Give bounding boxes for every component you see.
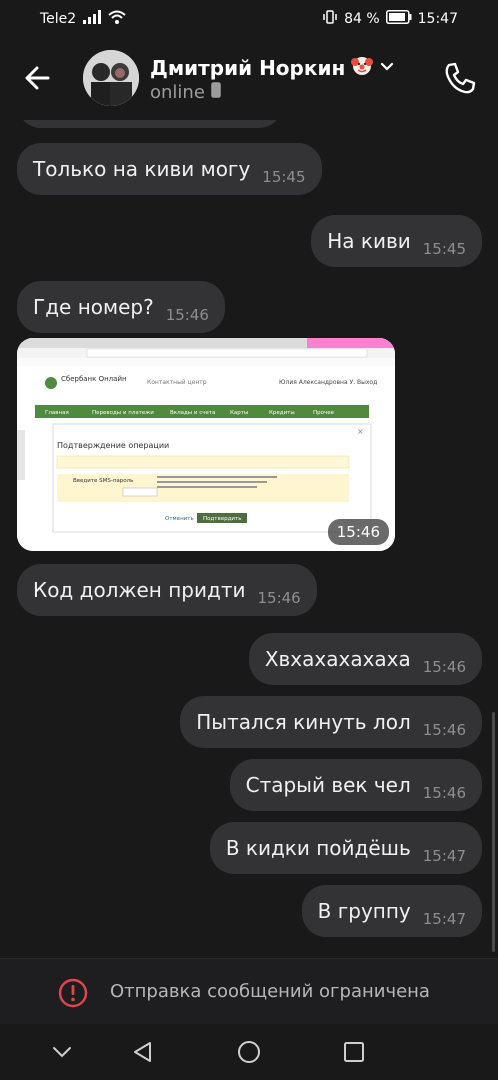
scrollbar[interactable] — [492, 712, 495, 952]
contact-name-text: Дмитрий Норкин — [150, 55, 346, 80]
avatar[interactable] — [83, 50, 139, 106]
message-text: Где номер? — [33, 295, 154, 319]
confirm-button-image: Подтвердить — [203, 516, 241, 522]
status-text: online — [150, 82, 205, 103]
photo-time: 15:46 — [327, 519, 389, 545]
circle-home-icon — [238, 1041, 260, 1063]
photo-nav-item: Переводы и платежи — [92, 410, 154, 416]
photo-nav-item: Главная — [45, 410, 69, 416]
chevron-down-icon[interactable] — [379, 56, 395, 80]
sms-label: Введите SMS-пароль — [73, 478, 133, 484]
message-time: 15:46 — [257, 589, 301, 607]
nav-hide-button[interactable] — [48, 1038, 76, 1066]
phone-icon — [445, 62, 476, 94]
message-text: Старый век чел — [245, 773, 411, 797]
signal-icon — [83, 10, 102, 28]
nav-recents-button[interactable] — [340, 1038, 368, 1066]
message-bubble-outgoing[interactable]: Пытался кинуть лол 15:46 — [180, 696, 482, 748]
photo-nav-item: Карты — [230, 410, 248, 416]
message-text: Только на киви могу — [33, 157, 251, 181]
message-time: 15:46 — [422, 721, 466, 739]
site-logo: Сбербанк Онлайн — [61, 375, 127, 383]
message-text: Код должен придти — [33, 578, 246, 602]
photo-nav-item: Кредиты — [269, 410, 295, 416]
message-time: 15:46 — [422, 658, 466, 676]
message-bubble-outgoing[interactable]: На киви 15:45 — [311, 215, 482, 267]
contact-name[interactable]: Дмитрий Норкин — [150, 54, 395, 81]
clock: 15:47 — [417, 11, 458, 27]
message-bubble-outgoing[interactable]: В кидки пойдёшь 15:47 — [209, 822, 482, 874]
photo-nav-item: Прочее — [313, 410, 335, 416]
status-bar: Tele2 84 % 15:47 — [0, 0, 498, 36]
svg-text:×: × — [357, 427, 364, 436]
svg-text:Юлия Александровна У. Выход: Юлия Александровна У. Выход — [279, 379, 377, 386]
message-time: 15:46 — [165, 306, 209, 324]
battery-icon — [385, 10, 412, 28]
vibrate-icon — [322, 10, 338, 28]
message-text: В группу — [317, 899, 411, 923]
message-bubble-outgoing[interactable]: В группу 15:47 — [301, 885, 482, 937]
message-text: В кидки пойдёшь — [225, 836, 411, 860]
message-bubble-incoming[interactable]: Только на киви могу 15:45 — [17, 143, 322, 195]
nav-back-button[interactable] — [129, 1038, 157, 1066]
message-bubble-outgoing[interactable]: Хвхахахахаха 15:46 — [248, 633, 482, 685]
message-list[interactable]: 15:45 Только на киви могу 15:45 На киви … — [0, 98, 498, 958]
wifi-icon — [108, 10, 126, 28]
restriction-text: Отправка сообщений ограничена — [110, 981, 430, 1002]
message-time: 15:47 — [422, 847, 466, 865]
cancel-link: Отменить — [165, 516, 194, 522]
back-button[interactable] — [20, 60, 56, 96]
chat-header: Дмитрий Норкин online — [0, 36, 498, 120]
chevron-down-icon — [53, 1047, 71, 1058]
square-recents-icon — [344, 1042, 364, 1062]
alert-circle-icon — [58, 978, 88, 1008]
message-time: 15:45 — [262, 168, 306, 186]
message-time: 15:45 — [422, 240, 466, 258]
arrow-left-icon — [25, 66, 50, 90]
photo-message[interactable]: Сбербанк Онлайн Контактный центр Юлия Ал… — [17, 338, 395, 551]
message-bubble-incoming[interactable]: Код должен придти 15:46 — [17, 564, 317, 616]
message-time: 15:46 — [422, 784, 466, 802]
mobile-device-icon — [211, 82, 221, 103]
message-text: На киви — [327, 229, 411, 253]
message-text: Пытался кинуть лол — [196, 710, 411, 734]
contact-status: online — [150, 82, 221, 103]
call-button[interactable] — [440, 58, 480, 98]
photo-nav-item: Вклады и счета — [170, 410, 215, 416]
clown-emoji-icon — [351, 54, 374, 81]
message-text: Хвхахахахаха — [264, 647, 411, 671]
dialog-title: Подтверждение операции — [57, 441, 169, 450]
svg-text:Контактный центр: Контактный центр — [147, 379, 207, 386]
nav-home-button[interactable] — [235, 1038, 263, 1066]
battery-percent: 84 % — [344, 11, 380, 27]
system-nav-bar — [0, 1024, 498, 1080]
carrier-label: Tele2 — [40, 11, 77, 27]
triangle-back-icon — [134, 1042, 151, 1062]
message-time: 15:47 — [422, 910, 466, 928]
message-bubble-incoming[interactable]: Где номер? 15:46 — [17, 281, 225, 333]
message-bubble-outgoing[interactable]: Старый век чел 15:46 — [229, 759, 482, 811]
restriction-bar: Отправка сообщений ограничена — [0, 958, 498, 1024]
